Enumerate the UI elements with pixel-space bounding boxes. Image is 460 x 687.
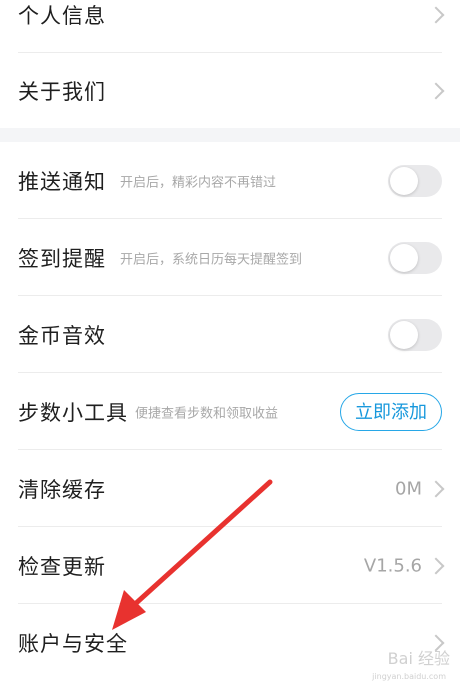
toggle-knob bbox=[390, 243, 418, 272]
settings-item-push-notification: 推送通知 开启后，精彩内容不再错过 bbox=[0, 142, 460, 219]
settings-item-account-security[interactable]: 账户与安全 bbox=[0, 604, 460, 681]
settings-group-main: 推送通知 开启后，精彩内容不再错过 签到提醒 开启后，系统日历每天提醒签到 金币… bbox=[0, 142, 460, 687]
push-notification-toggle[interactable] bbox=[388, 164, 442, 197]
add-widget-button[interactable]: 立即添加 bbox=[340, 392, 442, 431]
settings-item-about-us[interactable]: 关于我们 bbox=[0, 52, 460, 129]
settings-item-label: 检查更新 bbox=[18, 554, 106, 579]
chevron-right-icon bbox=[427, 6, 445, 23]
baidu-watermark: Bai 经验 bbox=[387, 649, 450, 668]
cache-size-value: 0M bbox=[395, 478, 422, 499]
settings-item-check-update[interactable]: 检查更新 V1.5.6 bbox=[0, 527, 460, 604]
settings-item-step-widget: 步数小工具 便捷查看步数和领取收益 立即添加 bbox=[0, 373, 460, 450]
chevron-right-icon bbox=[427, 557, 445, 574]
settings-item-coin-sound: 金币音效 bbox=[0, 296, 460, 373]
settings-screen: 个人信息 关于我们 推送通知 开启后，精彩内容不再错过 签到提醒 开启后，系统日… bbox=[0, 0, 460, 687]
settings-item-clear-cache[interactable]: 清除缓存 0M bbox=[0, 450, 460, 527]
settings-item-hint: 开启后，精彩内容不再错过 bbox=[120, 175, 277, 190]
settings-item-label: 推送通知 bbox=[18, 169, 106, 194]
toggle-knob bbox=[390, 320, 418, 349]
toggle-knob bbox=[390, 166, 418, 195]
checkin-reminder-toggle[interactable] bbox=[388, 241, 442, 274]
settings-item-hint: 便捷查看步数和领取收益 bbox=[135, 406, 279, 421]
chevron-right-icon bbox=[427, 480, 445, 497]
version-value: V1.5.6 bbox=[363, 555, 422, 576]
settings-item-label: 清除缓存 bbox=[18, 477, 106, 502]
settings-item-label: 步数小工具 bbox=[18, 400, 128, 425]
coin-sound-toggle[interactable] bbox=[388, 318, 442, 351]
settings-item-hint: 开启后，系统日历每天提醒签到 bbox=[120, 252, 303, 267]
chevron-right-icon bbox=[427, 82, 445, 99]
settings-item-personal-info[interactable]: 个人信息 bbox=[0, 0, 460, 53]
settings-item-label: 金币音效 bbox=[18, 323, 106, 348]
settings-group-info: 个人信息 关于我们 bbox=[0, 0, 460, 128]
settings-item-label: 个人信息 bbox=[18, 3, 106, 28]
settings-item-checkin-reminder: 签到提醒 开启后，系统日历每天提醒签到 bbox=[0, 219, 460, 296]
settings-item-label: 关于我们 bbox=[18, 79, 106, 104]
settings-item-label: 签到提醒 bbox=[18, 246, 106, 271]
settings-item-label: 账户与安全 bbox=[18, 631, 128, 656]
baidu-watermark-url: jingyan.baidu.com bbox=[372, 672, 446, 681]
